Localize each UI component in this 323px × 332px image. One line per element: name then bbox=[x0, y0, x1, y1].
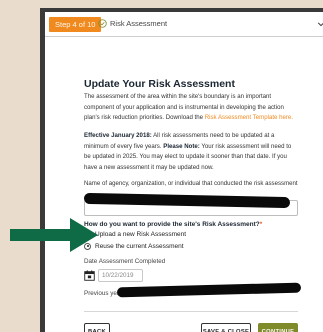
radio-label: Upload a new Risk Assessment bbox=[95, 230, 187, 238]
policy-paragraph: Effective January 2018: All risk assessm… bbox=[84, 131, 298, 173]
intro-paragraph: The assessment of the area within the si… bbox=[84, 92, 298, 124]
footer-divider bbox=[84, 311, 298, 312]
required-mark: * bbox=[259, 221, 263, 228]
radio-reuse-current[interactable]: Reuse the current Assessment bbox=[84, 241, 184, 251]
save-close-button[interactable]: SAVE & CLOSE bbox=[201, 323, 251, 332]
calendar-icon[interactable] bbox=[84, 270, 95, 281]
page-title: Update Your Risk Assessment bbox=[84, 78, 235, 90]
application-window: Step 4 of 10 Risk Assessment Update Your… bbox=[45, 12, 323, 332]
radio-label: Reuse the current Assessment bbox=[95, 242, 184, 250]
check-circle-icon bbox=[98, 19, 107, 28]
effective-heading: Effective January 2018: bbox=[84, 132, 152, 139]
back-button[interactable]: BACK bbox=[84, 323, 110, 332]
redaction-mark bbox=[116, 282, 302, 298]
template-download-link[interactable]: Risk Assessment Template here. bbox=[205, 114, 293, 121]
stepper-bar: Step 4 of 10 Risk Assessment bbox=[45, 12, 323, 37]
question-text: How do you want to provide the site's Ri… bbox=[84, 221, 260, 228]
chevron-down-icon[interactable] bbox=[317, 20, 323, 28]
agency-field-label: Name of agency, organization, or individ… bbox=[84, 180, 298, 187]
radio-upload-new[interactable]: Upload a new Risk Assessment bbox=[84, 229, 186, 239]
step-indicator[interactable]: Step 4 of 10 bbox=[49, 17, 102, 32]
date-completed-input[interactable]: 10/22/2019 bbox=[98, 269, 143, 282]
note-heading: Please Note: bbox=[163, 142, 200, 150]
continue-button[interactable]: CONTINUE bbox=[258, 323, 298, 332]
date-field-label: Date Assessment Completed bbox=[84, 258, 166, 265]
annotation-arrow-icon bbox=[10, 218, 98, 252]
current-section-label[interactable]: Risk Assessment bbox=[110, 18, 167, 30]
